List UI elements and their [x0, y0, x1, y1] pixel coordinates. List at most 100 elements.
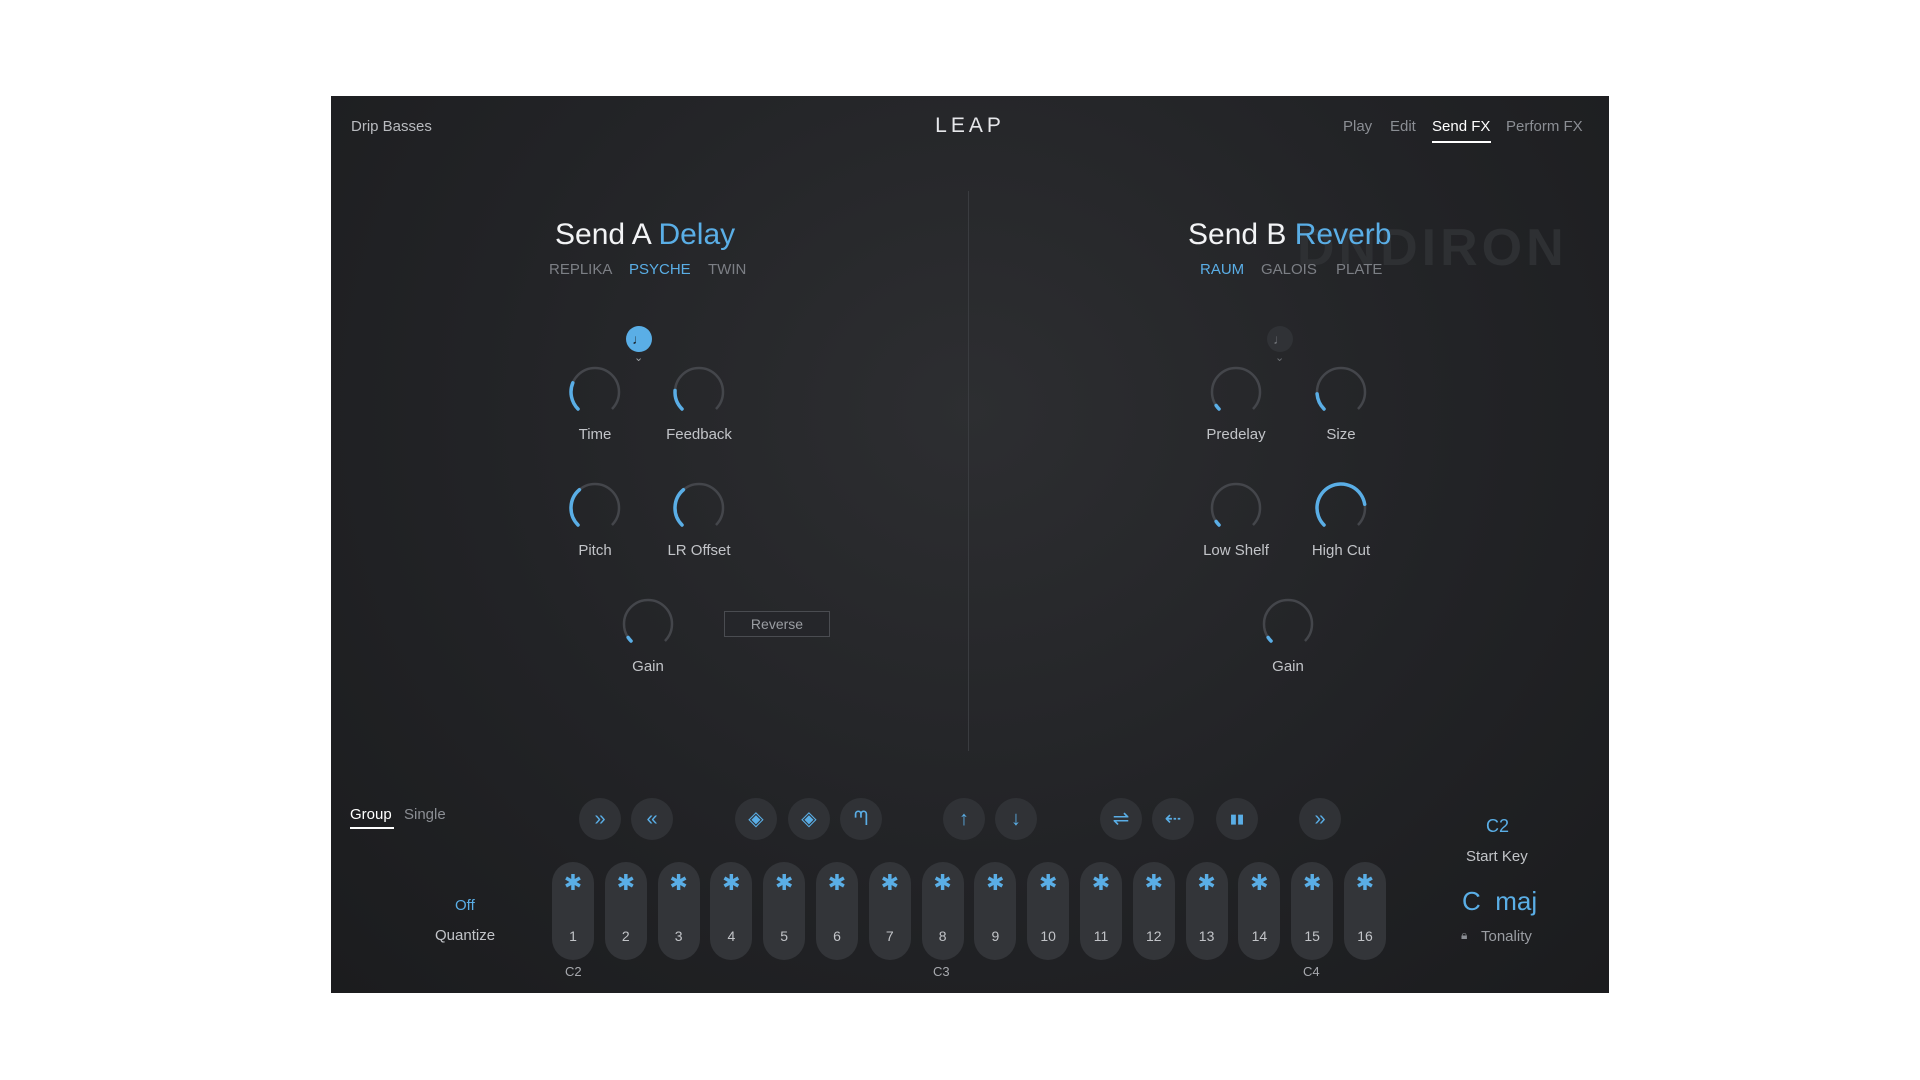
send-b-effect[interactable]: Reverb [1295, 218, 1392, 251]
tab-send-fx[interactable]: Send FX [1432, 118, 1490, 135]
send-b-predelay-knob[interactable] [1206, 362, 1266, 422]
send-b-low-shelf-knob-label: Low Shelf [1203, 542, 1269, 559]
send-a-variant-replika[interactable]: REPLIKA [549, 261, 612, 278]
send-a-variant-psyche[interactable]: PSYCHE [629, 261, 691, 278]
send-a-gain-knob[interactable] [618, 594, 678, 654]
reverse-icon[interactable]: ⇠ [1152, 798, 1194, 840]
send-a-gain-knob-label: Gain [632, 658, 664, 675]
pad-number: 9 [991, 928, 1000, 944]
waveform-icon: ✱ [1197, 870, 1216, 895]
arrow-down-icon[interactable]: ↓ [995, 798, 1037, 840]
pad-number: 6 [833, 928, 841, 944]
send-b-size-knob-track [1315, 366, 1367, 410]
waveform-icon: ✱ [1355, 870, 1375, 895]
waveform-icon: ✱ [1038, 870, 1058, 895]
pad-4[interactable]: ✱ 4 [710, 862, 753, 960]
pattern-diamond-alt-icon[interactable]: ◈ [788, 798, 830, 840]
octave-label-c2: C2 [565, 964, 582, 979]
tab-play[interactable]: Play [1343, 118, 1372, 135]
envelope-icon[interactable]: ᘉ [840, 798, 882, 840]
send-b-high-cut-knob-label: High Cut [1311, 542, 1371, 559]
double-chevron-right-2-icon[interactable]: » [1299, 798, 1341, 840]
pad-number: 13 [1198, 928, 1215, 944]
pattern-diamond-icon[interactable]: ◈ [735, 798, 777, 840]
pad-number: 7 [885, 928, 894, 944]
preset-name[interactable]: Drip Basses [351, 118, 432, 135]
pad-6[interactable]: ✱ 6 [816, 862, 858, 960]
pad-8[interactable]: ✱ 8 [921, 862, 964, 960]
send-b-variant-raum[interactable]: RAUM [1200, 261, 1244, 278]
send-a-effect[interactable]: Delay [658, 218, 735, 251]
waveform-icon: ✱ [1250, 870, 1269, 895]
double-chevron-left-icon[interactable]: « [631, 798, 673, 840]
send-b-gain-knob-track [1262, 598, 1314, 642]
pad-16[interactable]: ✱ 16 [1344, 862, 1386, 960]
send-a-lr-offset-knob[interactable] [669, 478, 729, 538]
waveform-icon: ✱ [669, 870, 688, 895]
pad-12[interactable]: ✱ 12 [1132, 862, 1175, 960]
send-a-pitch-knob-label: Pitch [578, 542, 612, 559]
send-a-time-knob-value-arc [569, 381, 580, 411]
waveform-icon: ✱ [827, 870, 847, 895]
stretch-icon[interactable]: ⇌ [1100, 798, 1142, 840]
pad-15[interactable]: ✱ 15 [1291, 862, 1334, 960]
send-a-gain-knob-track [622, 598, 674, 642]
send-a-variant-twin[interactable]: TWIN [708, 261, 746, 278]
pad-5[interactable]: ✱ 5 [763, 862, 806, 960]
pad-1[interactable]: ✱ 1 [552, 862, 594, 960]
mode-tab-group[interactable]: Group [350, 806, 392, 823]
send-b-predelay-knob-value-arc [1214, 403, 1221, 411]
chevron-down-icon-b[interactable]: ⌄ [1275, 351, 1284, 364]
send-b-size-knob-label: Size [1326, 426, 1356, 443]
pad-number: 3 [674, 928, 683, 944]
send-a-feedback-knob-track [673, 366, 725, 410]
send-a-feedback-knob[interactable] [669, 362, 729, 422]
send-b-variant-plate[interactable]: PLATE [1336, 261, 1382, 278]
reverse-button[interactable]: Reverse [724, 611, 830, 637]
pad-13[interactable]: ✱ 13 [1185, 862, 1228, 960]
double-chevron-right-icon[interactable]: » [579, 798, 621, 840]
pad-number: 5 [780, 928, 789, 944]
pad-number: 15 [1304, 928, 1320, 944]
start-key-value[interactable]: C2 [1486, 816, 1509, 837]
send-a-feedback-knob-label: Feedback [666, 426, 732, 443]
waveform-icon: ✱ [1144, 870, 1164, 895]
pad-number: 1 [569, 928, 577, 944]
pad-11[interactable]: ✱ 11 [1080, 862, 1122, 960]
send-b-high-cut-knob[interactable] [1311, 478, 1371, 538]
send-a-title: Send A Delay [555, 218, 735, 252]
lock-icon[interactable]: 🔒︎ [1461, 928, 1467, 943]
quantize-value[interactable]: Off [455, 897, 475, 914]
tonality-value[interactable]: C maj [1462, 886, 1537, 917]
waveform-icon: ✱ [880, 870, 900, 895]
octave-label-c3: C3 [933, 964, 950, 979]
pad-3[interactable]: ✱ 3 [657, 862, 700, 960]
pad-2[interactable]: ✱ 2 [604, 862, 647, 960]
note-icon[interactable]: ♩ [626, 326, 652, 352]
waveform-icon: ✱ [774, 870, 794, 895]
active-tab-underline [1432, 141, 1491, 143]
tab-perform-fx[interactable]: Perform FX [1506, 118, 1583, 135]
pad-number: 8 [938, 928, 947, 944]
pad-9[interactable]: ✱ 9 [974, 862, 1017, 960]
send-b-low-shelf-knob[interactable] [1206, 478, 1266, 538]
note-icon-inactive[interactable]: ♩ [1267, 326, 1293, 352]
pad-10[interactable]: ✱ 10 [1027, 862, 1070, 960]
slices-icon[interactable]: ▮▮ [1216, 798, 1258, 840]
send-b-size-knob[interactable] [1311, 362, 1371, 422]
send-a-time-knob[interactable] [565, 362, 625, 422]
pad-number: 16 [1357, 928, 1373, 944]
pad-14[interactable]: ✱ 14 [1238, 862, 1281, 960]
mode-tab-single[interactable]: Single [404, 806, 446, 823]
send-fx-panel: Drip Basses LEAP Play Edit Send FX Perfo… [331, 96, 1609, 993]
tab-edit[interactable]: Edit [1390, 118, 1416, 135]
pad-number: 4 [727, 928, 736, 944]
arrow-up-icon[interactable]: ↑ [943, 798, 985, 840]
tonality-label: Tonality [1481, 928, 1532, 945]
chevron-down-icon[interactable]: ⌄ [634, 351, 643, 364]
send-b-gain-knob[interactable] [1258, 594, 1318, 654]
send-divider [968, 191, 969, 751]
pad-7[interactable]: ✱ 7 [868, 862, 911, 960]
send-a-pitch-knob[interactable] [565, 478, 625, 538]
send-b-variant-galois[interactable]: GALOIS [1261, 261, 1317, 278]
